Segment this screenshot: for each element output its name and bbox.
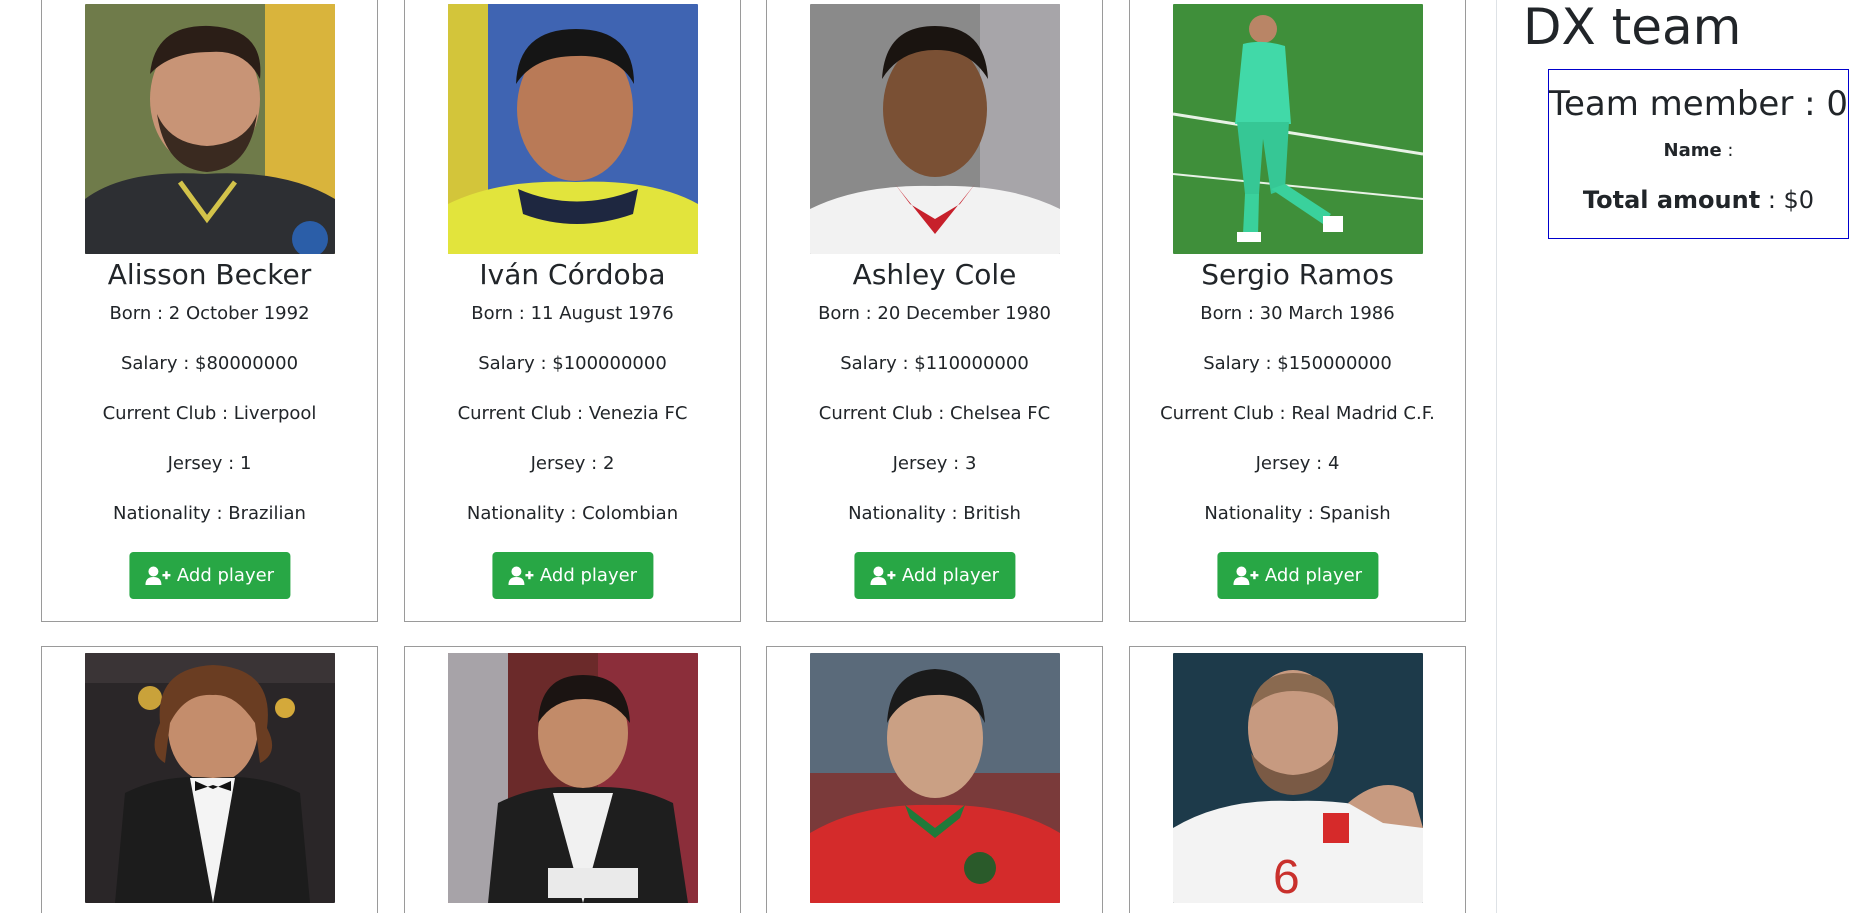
player-name: Ashley Cole bbox=[852, 258, 1017, 291]
player-photo bbox=[85, 4, 335, 254]
player-card bbox=[41, 646, 378, 913]
players-grid: Alisson Becker Born : 2 October 1992 Sal… bbox=[41, 0, 1481, 913]
team-summary-box: Team member : 0 Name : Total amount : $0 bbox=[1548, 69, 1849, 239]
player-jersey: Jersey : 4 bbox=[1255, 453, 1340, 474]
player-jersey: Jersey : 3 bbox=[892, 453, 977, 474]
team-total-sep: : bbox=[1760, 186, 1784, 214]
player-club: Current Club : Venezia FC bbox=[457, 403, 688, 424]
add-player-label: Add player bbox=[1264, 565, 1363, 586]
player-jersey: Jersey : 1 bbox=[167, 453, 252, 474]
player-card: Sergio Ramos Born : 30 March 1986 Salary… bbox=[1129, 0, 1466, 622]
team-total-line: Total amount : $0 bbox=[1549, 186, 1848, 214]
player-salary: Salary : $110000000 bbox=[840, 353, 1029, 374]
add-player-button[interactable]: Add player bbox=[853, 552, 1016, 599]
user-plus-icon bbox=[1232, 566, 1258, 585]
page: Alisson Becker Born : 2 October 1992 Sal… bbox=[0, 0, 1873, 913]
team-member-label: Team member : bbox=[1549, 84, 1827, 124]
add-player-label: Add player bbox=[901, 565, 1000, 586]
team-total-label: Total amount bbox=[1582, 186, 1761, 214]
player-salary: Salary : $100000000 bbox=[478, 353, 667, 374]
player-photo bbox=[810, 4, 1060, 254]
player-photo bbox=[448, 653, 698, 903]
add-player-button[interactable]: Add player bbox=[1216, 552, 1379, 599]
player-club: Current Club : Liverpool bbox=[102, 403, 317, 424]
svg-text:6: 6 bbox=[1273, 851, 1300, 903]
player-born: Born : 30 March 1986 bbox=[1200, 303, 1395, 324]
player-card: Ashley Cole Born : 20 December 1980 Sala… bbox=[766, 0, 1103, 622]
player-nationality: Nationality : British bbox=[848, 503, 1021, 524]
team-name-label: Name bbox=[1663, 140, 1722, 161]
player-club: Current Club : Chelsea FC bbox=[818, 403, 1051, 424]
team-total-value: $0 bbox=[1783, 186, 1815, 214]
team-title: DX team bbox=[1523, 0, 1742, 56]
player-salary: Salary : $80000000 bbox=[120, 353, 299, 374]
player-card bbox=[404, 646, 741, 913]
user-plus-icon bbox=[507, 566, 533, 585]
player-photo bbox=[1173, 4, 1423, 254]
player-card: Alisson Becker Born : 2 October 1992 Sal… bbox=[41, 0, 378, 622]
player-nationality: Nationality : Colombian bbox=[466, 503, 679, 524]
player-jersey: Jersey : 2 bbox=[530, 453, 615, 474]
player-photo bbox=[810, 653, 1060, 903]
add-player-label: Add player bbox=[176, 565, 275, 586]
player-nationality: Nationality : Spanish bbox=[1204, 503, 1391, 524]
user-plus-icon bbox=[144, 566, 170, 585]
team-member-value: 0 bbox=[1826, 84, 1849, 124]
add-player-label: Add player bbox=[539, 565, 638, 586]
player-name: Alisson Becker bbox=[107, 258, 312, 291]
player-name: Sergio Ramos bbox=[1201, 258, 1394, 291]
team-member-count: Team member : 0 bbox=[1549, 84, 1848, 124]
player-born: Born : 20 December 1980 bbox=[818, 303, 1051, 324]
team-name-sep: : bbox=[1721, 140, 1734, 161]
player-born: Born : 2 October 1992 bbox=[109, 303, 310, 324]
player-photo bbox=[448, 4, 698, 254]
column-divider bbox=[1496, 0, 1497, 913]
player-club: Current Club : Real Madrid C.F. bbox=[1160, 403, 1435, 424]
player-nationality: Nationality : Brazilian bbox=[113, 503, 306, 524]
player-name: Iván Córdoba bbox=[479, 258, 666, 291]
player-card: Iván Córdoba Born : 11 August 1976 Salar… bbox=[404, 0, 741, 622]
add-player-button[interactable]: Add player bbox=[491, 552, 654, 599]
add-player-button[interactable]: Add player bbox=[128, 552, 291, 599]
team-name-line: Name : bbox=[1549, 140, 1848, 161]
player-born: Born : 11 August 1976 bbox=[471, 303, 674, 324]
user-plus-icon bbox=[869, 566, 895, 585]
player-salary: Salary : $150000000 bbox=[1203, 353, 1392, 374]
player-photo: 6 bbox=[1173, 653, 1423, 903]
player-photo bbox=[85, 653, 335, 903]
player-card: 6 bbox=[1129, 646, 1466, 913]
player-card bbox=[766, 646, 1103, 913]
